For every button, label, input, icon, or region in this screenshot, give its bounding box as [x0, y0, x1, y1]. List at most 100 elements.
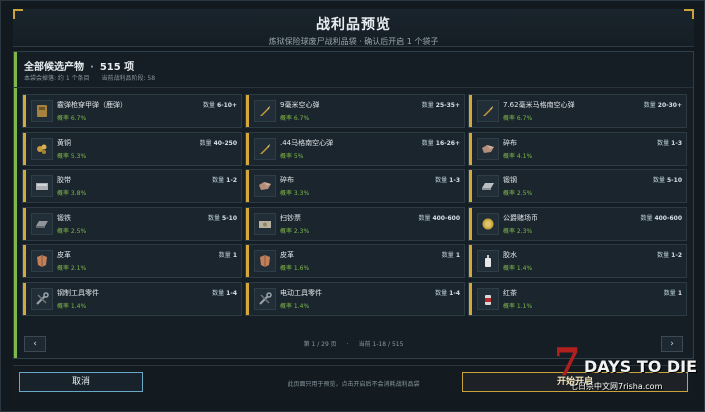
watermark-title: DAYS TO DIE [584, 357, 698, 376]
rarity-bar [23, 132, 26, 165]
loot-item-card[interactable]: 胶水 数量 1-2 概率 1.4% [468, 244, 687, 279]
item-name: .44马格南空心弹 [280, 138, 334, 147]
item-quantity: 数量 400-600 [640, 214, 682, 222]
item-name: 锻钢 [503, 176, 517, 185]
item-name: 红茶 [503, 288, 517, 297]
item-quantity: 数量 5-10 [652, 177, 682, 185]
page-range: 当前 1-18 / 515 [358, 341, 404, 348]
loot-item-card[interactable]: 公爵赌场币 数量 400-600 概率 2.3% [468, 206, 687, 241]
loot-item-card[interactable]: 钢制工具零件 数量 1-4 概率 1.4% [22, 281, 242, 316]
page-subtitle: 炼狱保险球废尸战利品袋 · 确认后开启 1 个袋子 [268, 37, 439, 46]
loot-item-card[interactable]: 扫钞票 数量 400-600 概率 2.3% [245, 206, 465, 241]
rarity-bar [23, 207, 26, 240]
rarity-bar [469, 245, 472, 278]
loot-item-card[interactable]: 碎布 数量 1-3 概率 4.1% [468, 131, 687, 166]
rarity-bar [246, 245, 249, 278]
item-quantity: 数量 1-3 [657, 139, 682, 147]
item-quantity: 数量 1-4 [435, 289, 460, 297]
cloth-icon [254, 175, 276, 198]
rarity-bar [246, 170, 249, 203]
loot-item-card[interactable]: 锻铁 数量 5-10 概率 2.5% [22, 206, 242, 241]
panel-accent-bar [14, 52, 17, 358]
item-quantity: 数量 25-35+ [421, 102, 460, 109]
item-probability: 概率 2.1% [57, 265, 87, 273]
item-probability: 概率 6.7% [503, 115, 533, 122]
item-name: 碎布 [503, 138, 517, 147]
loot-item-card[interactable]: .44马格南空心弹 数量 16-26+ 概率 5% [245, 131, 465, 166]
item-quantity: 数量 1 [218, 252, 237, 260]
section-title-text: 全部候选产物 [24, 62, 84, 73]
item-probability: 概率 6.7% [280, 115, 310, 122]
loot-item-card[interactable]: 黄铜 数量 40-250 概率 5.3% [22, 131, 242, 166]
item-name: 胶带 [57, 176, 71, 185]
item-quantity: 数量 20-30+ [643, 102, 682, 109]
rarity-bar [469, 170, 472, 203]
item-name: 公爵赌场币 [503, 213, 538, 222]
item-probability: 概率 6.7% [57, 115, 87, 122]
loot-item-card[interactable]: 电动工具零件 数量 1-4 概率 1.4% [245, 281, 465, 316]
item-probability: 概率 1.4% [57, 302, 87, 310]
item-quantity: 数量 400-600 [418, 214, 460, 222]
item-probability: 概率 2.3% [503, 227, 533, 235]
item-quantity: 数量 1-4 [212, 289, 237, 297]
loot-item-card[interactable]: 7.62毫米马格南空心弹 数量 20-30+ 概率 6.7% [468, 94, 687, 128]
leather-icon [31, 250, 53, 273]
item-probability: 概率 2.5% [503, 190, 533, 198]
header: 战利品预览 炼狱保险球废尸战利品袋 · 确认后开启 1 个袋子 [13, 9, 694, 47]
item-probability: 概率 1.1% [503, 302, 533, 310]
item-quantity: 数量 40-250 [199, 139, 237, 147]
item-name: 霰弹枪穿甲弹（鹿弹） [57, 101, 127, 109]
item-probability: 概率 1.6% [280, 265, 310, 273]
item-name: 7.62毫米马格南空心弹 [503, 101, 575, 109]
item-name: 9毫米空心弹 [280, 101, 320, 109]
corner-decoration [684, 9, 694, 19]
ammo-box-icon [31, 100, 53, 122]
item-probability: 概率 1.4% [503, 265, 533, 273]
loot-item-card[interactable]: 霰弹枪穿甲弹（鹿弹） 数量 6-10+ 概率 6.7% [22, 94, 242, 128]
watermark-seven: 7 [554, 339, 581, 384]
section-title: 全部候选产物 · 515 项 [24, 62, 135, 73]
brass-scrap-icon [31, 137, 53, 160]
item-name: 皮革 [57, 251, 71, 260]
item-name: 扫钞票 [280, 213, 301, 222]
panel-header: 全部候选产物 · 515 项 本袋会掉落: 约 1 个条目 当前战利品阶段: 58 [14, 52, 693, 88]
item-probability: 概率 4.1% [503, 152, 533, 160]
item-probability: 概率 5% [280, 152, 304, 160]
loot-item-card[interactable]: 皮革 数量 1 概率 1.6% [245, 244, 465, 279]
cloth-icon [477, 137, 499, 160]
loot-item-card[interactable]: 胶带 数量 1-2 概率 3.8% [22, 169, 242, 204]
rarity-bar [23, 282, 26, 315]
rarity-bar [469, 132, 472, 165]
rarity-bar [246, 95, 249, 127]
loot-item-card[interactable]: 碎布 数量 1-3 概率 3.3% [245, 169, 465, 204]
item-probability: 概率 2.5% [57, 227, 87, 235]
loot-item-card[interactable]: 皮革 数量 1 概率 2.1% [22, 244, 242, 279]
drop-count-text: 本袋会掉落: 约 1 个条目 [24, 75, 90, 82]
rarity-bar [469, 207, 472, 240]
rarity-bar [23, 95, 26, 127]
item-name: 锻铁 [57, 213, 71, 222]
rarity-bar [469, 282, 472, 315]
item-probability: 概率 3.8% [57, 190, 87, 198]
item-quantity: 数量 1-3 [435, 177, 460, 185]
loot-item-card[interactable]: 锻钢 数量 5-10 概率 2.5% [468, 169, 687, 204]
tool-parts-icon [254, 287, 276, 310]
item-name: 胶水 [503, 251, 517, 260]
item-quantity: 数量 1 [663, 289, 682, 297]
item-quantity: 数量 1-2 [657, 252, 682, 260]
iron-ingot-icon [31, 212, 53, 235]
loot-item-card[interactable]: 红茶 数量 1 概率 1.1% [468, 281, 687, 316]
rarity-bar [469, 95, 472, 127]
item-name: 电动工具零件 [280, 288, 322, 297]
loot-preview-window: 战利品预览 炼狱保险球废尸战利品袋 · 确认后开启 1 个袋子 全部候选产物 · 5… [0, 0, 705, 412]
item-quantity: 数量 6-10+ [202, 102, 237, 109]
rarity-bar [246, 132, 249, 165]
page-title: 战利品预览 [316, 17, 391, 33]
loot-item-card[interactable]: 9毫米空心弹 数量 25-35+ 概率 6.7% [245, 94, 465, 128]
bullet-icon [254, 137, 276, 160]
item-quantity: 数量 5-10 [207, 214, 237, 222]
section-count: 515 项 [99, 62, 135, 73]
rarity-bar [23, 170, 26, 203]
item-probability: 概率 5.3% [57, 152, 87, 160]
item-probability: 概率 3.3% [280, 190, 310, 198]
